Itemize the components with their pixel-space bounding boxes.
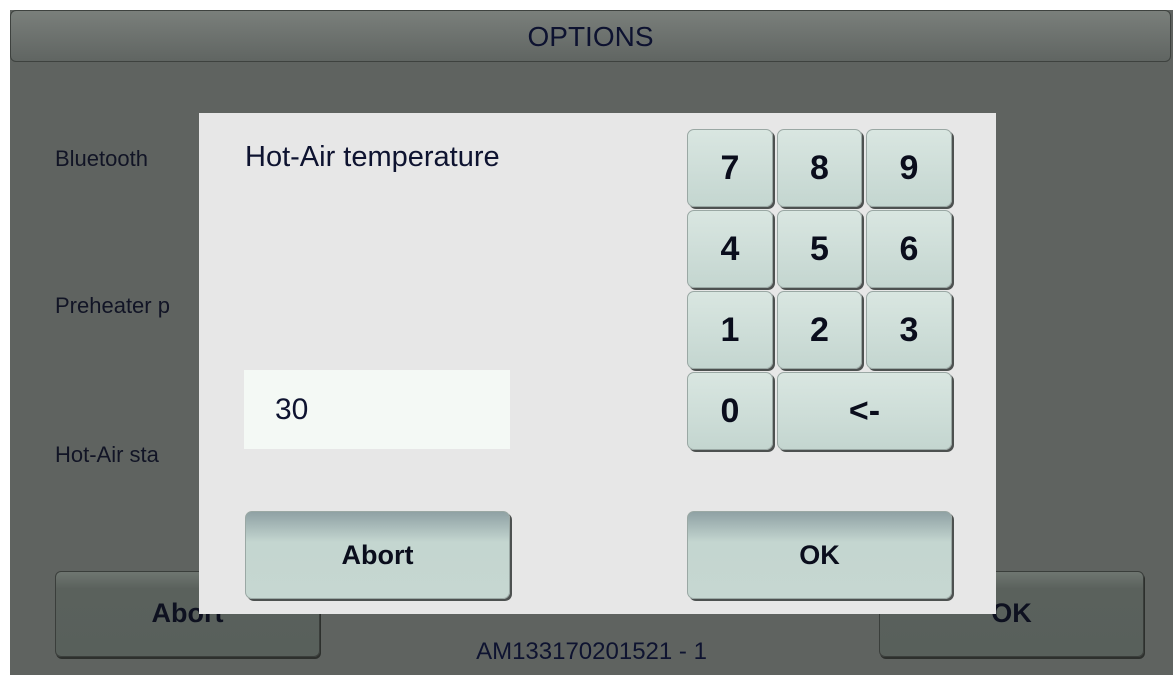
backspace-key[interactable]: <- (777, 372, 952, 450)
value-field[interactable]: 30 (244, 370, 510, 449)
serial-number: AM133170201521 - 1 (476, 638, 707, 665)
abort-button[interactable]: Abort (245, 511, 510, 599)
bluetooth-label: Bluetooth (55, 146, 148, 171)
key-4[interactable]: 4 (687, 210, 773, 288)
key-9[interactable]: 9 (866, 129, 952, 207)
hot-air-label: Hot-Air sta (55, 442, 159, 467)
key-1[interactable]: 1 (687, 291, 773, 369)
page-title: OPTIONS (527, 21, 654, 52)
key-0[interactable]: 0 (687, 372, 773, 450)
key-3[interactable]: 3 (866, 291, 952, 369)
dialog-title: Hot-Air temperature (245, 141, 500, 173)
ok-button[interactable]: OK (687, 511, 952, 599)
key-6[interactable]: 6 (866, 210, 952, 288)
key-7[interactable]: 7 (687, 129, 773, 207)
preheater-label: Preheater p (55, 293, 170, 318)
title-bar: OPTIONS (10, 10, 1171, 62)
key-8[interactable]: 8 (777, 129, 862, 207)
numeric-input-dialog: Hot-Air temperature 30 7 8 9 4 5 6 1 2 3… (199, 113, 996, 614)
key-2[interactable]: 2 (777, 291, 862, 369)
key-5[interactable]: 5 (777, 210, 862, 288)
